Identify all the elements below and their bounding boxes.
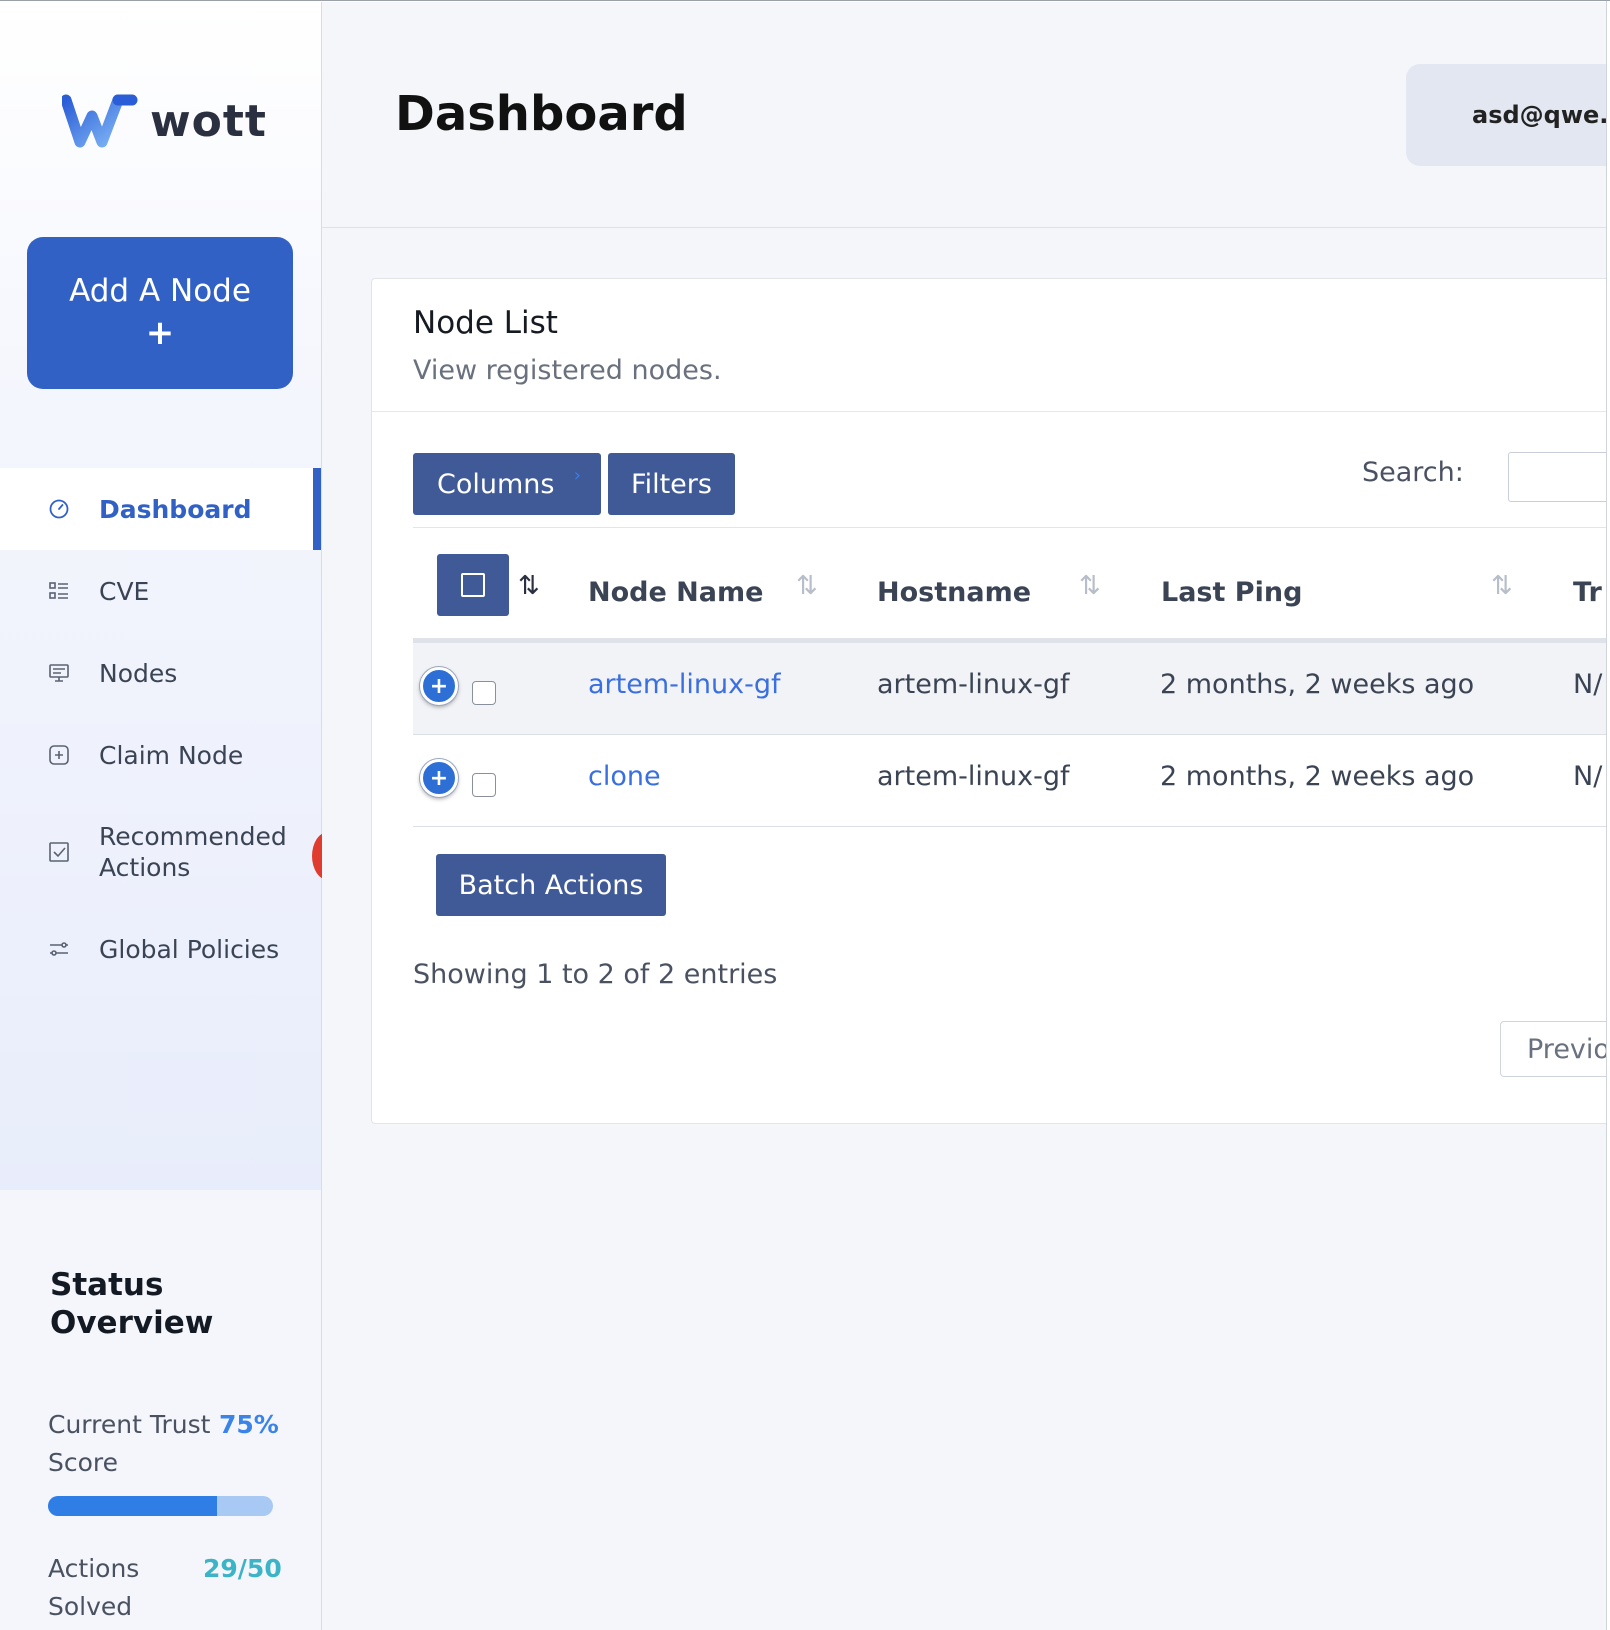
actions-solved-value: 29/50 (203, 1554, 282, 1583)
hostname-cell: artem-linux-gf (877, 669, 1070, 700)
status-overview-title: Status Overview (50, 1267, 214, 1341)
sliders-icon (47, 937, 71, 961)
sort-icon[interactable]: ⇅ (1491, 571, 1513, 601)
sidebar-item-dashboard[interactable]: Dashboard (0, 468, 321, 550)
user-menu-button[interactable]: asd@qwe.c (1406, 64, 1610, 166)
filters-button[interactable]: Filters (608, 453, 735, 515)
card-subtitle: View registered nodes. (413, 355, 722, 386)
app-window: wott Add A Node + Dashboard CVE Nodes Cl… (0, 0, 1610, 1630)
sidebar-item-label: Claim Node (99, 740, 244, 770)
list-icon (47, 579, 71, 603)
previous-page-label: Previou (1527, 1033, 1610, 1065)
expand-row-icon[interactable]: + (420, 759, 458, 797)
sort-icon[interactable]: ⇅ (796, 571, 818, 601)
checkbox-icon (461, 573, 485, 597)
sidebar-item-global-policies[interactable]: Global Policies (0, 908, 321, 990)
app: wott Add A Node + Dashboard CVE Nodes Cl… (0, 0, 1610, 1630)
node-name-link[interactable]: clone (588, 761, 661, 792)
sidebar-item-cve[interactable]: CVE (0, 550, 321, 632)
sidebar-item-label: CVE (99, 576, 150, 606)
sidebar-item-recommended-actions[interactable]: Recommended Actions 7 (0, 796, 344, 908)
column-header-hostname[interactable]: Hostname (877, 577, 1031, 608)
sidebar-item-label: Dashboard (99, 494, 252, 524)
column-header-trust[interactable]: Tr (1573, 577, 1602, 608)
columns-button-label: Columns (437, 468, 555, 500)
batch-actions-button[interactable]: Batch Actions (436, 854, 666, 916)
last-ping-cell: 2 months, 2 weeks ago (1160, 761, 1475, 792)
row-checkbox[interactable] (472, 681, 496, 705)
sidebar-item-label: Global Policies (99, 934, 280, 964)
table-row[interactable]: + artem-linux-gf artem-linux-gf 2 months… (413, 643, 1610, 735)
trust-score-progress-fill (48, 1496, 217, 1516)
sidebar-nav: Dashboard CVE Nodes Claim Node Recommend… (0, 468, 344, 990)
sidebar: wott Add A Node + Dashboard CVE Nodes Cl… (0, 2, 344, 1630)
divider (413, 527, 1610, 528)
search-input[interactable] (1508, 452, 1610, 502)
node-name-link[interactable]: artem-linux-gf (588, 669, 780, 700)
main-content: Dashboard asd@qwe.c Node List View regis… (322, 2, 1610, 1630)
columns-button[interactable]: Columns › (413, 453, 601, 515)
filters-button-label: Filters (631, 468, 712, 500)
trust-score-value: 75% (219, 1410, 279, 1439)
row-checkbox[interactable] (472, 773, 496, 797)
batch-actions-label: Batch Actions (458, 869, 644, 901)
trust-cell: N/ (1573, 761, 1603, 792)
sort-icon[interactable]: ⇅ (1079, 571, 1101, 601)
sidebar-item-claim-node[interactable]: Claim Node (0, 714, 321, 796)
plus-square-icon (47, 743, 71, 767)
check-square-icon (47, 840, 71, 864)
server-icon (47, 661, 71, 685)
sort-icon[interactable]: ⇅ (518, 571, 540, 601)
table-row[interactable]: + clone artem-linux-gf 2 months, 2 weeks… (413, 735, 1610, 827)
trust-score-label: Current Trust Score (48, 1410, 211, 1477)
sidebar-item-nodes[interactable]: Nodes (0, 632, 321, 714)
page-header: Dashboard asd@qwe.c (322, 2, 1610, 228)
hostname-cell: artem-linux-gf (877, 761, 1070, 792)
plus-icon: + (145, 313, 175, 353)
select-all-button[interactable] (437, 554, 509, 616)
column-header-last-ping[interactable]: Last Ping (1161, 577, 1302, 608)
add-node-label: Add A Node (69, 273, 251, 309)
node-list-card: Node List View registered nodes. Columns… (371, 278, 1610, 1124)
entries-info: Showing 1 to 2 of 2 entries (413, 959, 778, 990)
search-label: Search: (1362, 457, 1464, 488)
page-title: Dashboard (395, 86, 688, 142)
expand-row-icon[interactable]: + (420, 667, 458, 705)
gauge-icon (47, 497, 71, 521)
trust-cell: N/ (1573, 669, 1603, 700)
card-header: Node List View registered nodes. (372, 279, 1610, 412)
actions-solved-label: Actions Solved (48, 1554, 140, 1621)
add-node-button[interactable]: Add A Node + (27, 237, 293, 389)
chevron-right-icon: › (573, 465, 581, 486)
previous-page-button[interactable]: Previou (1500, 1021, 1610, 1077)
logo-text: wott (150, 95, 267, 147)
sidebar-item-label: Nodes (99, 658, 178, 688)
user-email: asd@qwe.c (1472, 101, 1610, 129)
column-header-node-name[interactable]: Node Name (588, 577, 763, 608)
wott-logo-icon (62, 94, 138, 148)
sidebar-item-label: Recommended Actions (99, 822, 287, 882)
last-ping-cell: 2 months, 2 weeks ago (1160, 669, 1475, 700)
trust-score-progress (48, 1496, 273, 1516)
logo[interactable]: wott (62, 94, 267, 148)
card-title: Node List (413, 305, 558, 341)
